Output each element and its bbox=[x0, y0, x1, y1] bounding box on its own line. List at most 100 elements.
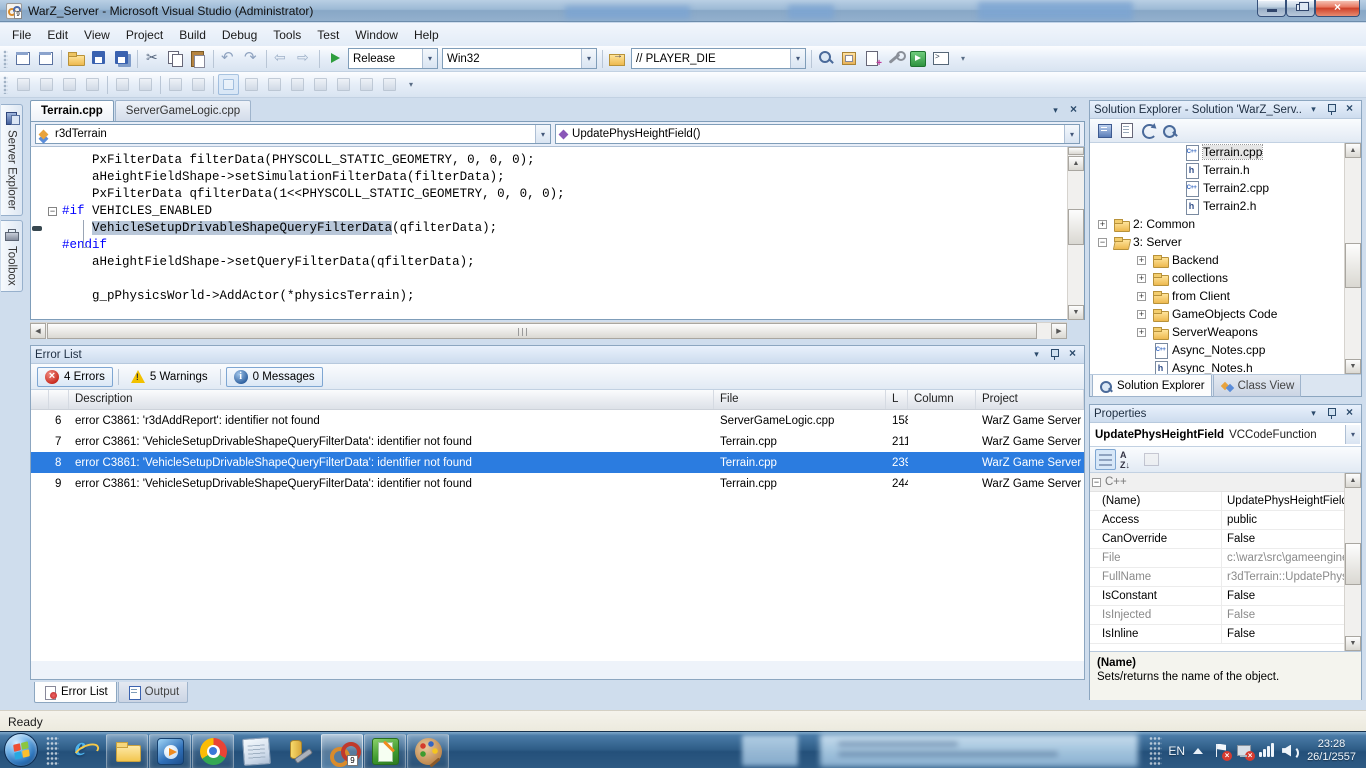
error-row[interactable]: 6 error C3861: 'r3dAddReport': identifier… bbox=[31, 410, 1084, 431]
minimize-button[interactable] bbox=[1257, 0, 1286, 17]
tree-item-from-client[interactable]: + from Client bbox=[1090, 287, 1361, 305]
redo-icon[interactable] bbox=[241, 48, 262, 69]
close-icon[interactable]: × bbox=[1342, 102, 1357, 117]
command-window-icon[interactable] bbox=[931, 48, 952, 69]
pin-icon[interactable] bbox=[1324, 102, 1339, 117]
chevron-down-icon[interactable]: ▾ bbox=[1064, 125, 1079, 143]
signal-strength-icon[interactable] bbox=[1259, 742, 1275, 759]
cut-icon[interactable] bbox=[142, 48, 163, 69]
horizontal-scroll-thumb[interactable] bbox=[47, 323, 1037, 339]
start-button[interactable] bbox=[4, 733, 38, 767]
find-symbol-icon[interactable] bbox=[816, 48, 837, 69]
paint-taskbar-button[interactable] bbox=[407, 733, 449, 768]
scroll-down-arrow[interactable]: ▼ bbox=[1345, 636, 1361, 651]
expander-collapsed-icon[interactable]: + bbox=[1137, 255, 1146, 265]
tab-servergamelogic-cpp[interactable]: ServerGameLogic.cpp bbox=[114, 100, 252, 121]
property-row-isinline[interactable]: IsInline False bbox=[1090, 625, 1361, 644]
menu-debug[interactable]: Debug bbox=[214, 25, 265, 45]
filter-warning-button[interactable]: 5 Warnings bbox=[124, 367, 215, 387]
column-header-project[interactable]: Project bbox=[976, 390, 1084, 409]
next-bookmark-doc-icon[interactable] bbox=[356, 74, 377, 95]
clear-bookmarks-icon[interactable] bbox=[379, 74, 400, 95]
editor-vertical-scrollbar[interactable]: ▲ ▼ bbox=[1067, 147, 1084, 320]
open-file-icon[interactable] bbox=[66, 48, 87, 69]
uncomment-lines-icon[interactable] bbox=[188, 74, 209, 95]
property-row-access[interactable]: Access public bbox=[1090, 511, 1361, 530]
scroll-up-arrow[interactable]: ▲ bbox=[1345, 473, 1361, 488]
network-status-icon[interactable]: × bbox=[1236, 743, 1256, 761]
alphabetical-icon[interactable] bbox=[1118, 449, 1139, 470]
property-row-isconstant[interactable]: IsConstant False bbox=[1090, 587, 1361, 606]
autohide-tab-toolbox[interactable]: Toolbox bbox=[1, 219, 23, 292]
volume-icon[interactable] bbox=[1282, 743, 1300, 760]
start-debug-icon[interactable] bbox=[324, 48, 345, 69]
menu-tools[interactable]: Tools bbox=[265, 25, 309, 45]
tree-item-backend[interactable]: + Backend bbox=[1090, 251, 1361, 269]
find-combo[interactable]: // PLAYER_DIE ▾ bbox=[631, 48, 806, 69]
expander-collapsed-icon[interactable]: + bbox=[1098, 219, 1107, 229]
restore-button[interactable] bbox=[1286, 0, 1315, 17]
tree-item-collections[interactable]: + collections bbox=[1090, 269, 1361, 287]
filter-info-button[interactable]: 0 Messages bbox=[225, 366, 323, 387]
menu-file[interactable]: File bbox=[4, 25, 39, 45]
save-all-icon[interactable] bbox=[112, 48, 133, 69]
go-icon[interactable] bbox=[908, 48, 929, 69]
menu-window[interactable]: Window bbox=[347, 25, 406, 45]
solution-explorer-titlebar[interactable]: Solution Explorer - Solution 'WarZ_Serv.… bbox=[1090, 101, 1361, 119]
scroll-right-arrow[interactable]: ▶ bbox=[1051, 323, 1067, 339]
pin-icon[interactable] bbox=[1324, 406, 1339, 421]
prev-bookmark-doc-icon[interactable] bbox=[333, 74, 354, 95]
tree-item-2-common[interactable]: +2: Common bbox=[1090, 215, 1361, 233]
category-collapse-icon[interactable]: − bbox=[1092, 477, 1101, 487]
object-browser-icon[interactable] bbox=[839, 48, 860, 69]
tree-item-async-notes-h[interactable]: Async_Notes.h bbox=[1090, 359, 1361, 374]
menu-view[interactable]: View bbox=[76, 25, 118, 45]
decrease-indent-icon[interactable] bbox=[112, 74, 133, 95]
close-document-icon[interactable]: × bbox=[1066, 103, 1081, 118]
next-bookmark-folder-icon[interactable] bbox=[310, 74, 331, 95]
column-header-l[interactable]: L bbox=[886, 390, 908, 409]
tab-error-list[interactable]: Error List bbox=[34, 682, 117, 703]
scroll-left-arrow[interactable]: ◀ bbox=[30, 323, 46, 339]
prev-bookmark-icon[interactable] bbox=[241, 74, 262, 95]
property-row-file[interactable]: File c:\warz\src\gameengine bbox=[1090, 549, 1361, 568]
copy-icon[interactable] bbox=[165, 48, 186, 69]
document-list-chevron-icon[interactable]: ▾ bbox=[1048, 103, 1063, 118]
window-position-chevron-icon[interactable]: ▾ bbox=[1306, 406, 1321, 421]
toolbar-overflow-button[interactable]: ▾ bbox=[957, 54, 969, 63]
next-bookmark-icon[interactable] bbox=[264, 74, 285, 95]
tree-item-terrain2-h[interactable]: Terrain2.h bbox=[1090, 197, 1361, 215]
find-in-files-icon[interactable] bbox=[607, 48, 628, 69]
scroll-down-arrow[interactable]: ▼ bbox=[1068, 305, 1084, 320]
tab-terrain-cpp[interactable]: Terrain.cpp bbox=[30, 100, 114, 121]
tree-item-terrain-cpp[interactable]: Terrain.cpp bbox=[1090, 143, 1361, 161]
property-row-name[interactable]: (Name) UpdatePhysHeightField bbox=[1090, 492, 1361, 511]
build-options-icon[interactable] bbox=[885, 48, 906, 69]
chevron-down-icon[interactable]: ▾ bbox=[1345, 425, 1360, 444]
show-hidden-icons-button[interactable] bbox=[1193, 747, 1204, 754]
new-item-icon[interactable] bbox=[862, 48, 883, 69]
scroll-down-arrow[interactable]: ▼ bbox=[1345, 359, 1361, 374]
tree-vertical-scrollbar[interactable]: ▲ ▼ bbox=[1344, 143, 1361, 374]
properties-object-combo[interactable]: UpdatePhysHeightField VCCodeFunction ▾ bbox=[1090, 423, 1361, 447]
dev-tool-taskbar-button[interactable] bbox=[278, 734, 320, 768]
members-combo[interactable]: UpdatePhysHeightField() ▾ bbox=[555, 124, 1080, 144]
expander-collapsed-icon[interactable]: + bbox=[1137, 273, 1146, 283]
language-indicator[interactable]: EN bbox=[1168, 744, 1185, 758]
expander-collapsed-icon[interactable]: + bbox=[1137, 327, 1146, 337]
chevron-down-icon[interactable]: ▾ bbox=[422, 49, 437, 68]
categorized-icon[interactable] bbox=[1095, 449, 1116, 470]
column-header-column[interactable]: Column bbox=[908, 390, 976, 409]
expander-collapsed-icon[interactable]: + bbox=[1137, 291, 1146, 301]
tree-item-async-notes-cpp[interactable]: Async_Notes.cpp bbox=[1090, 341, 1361, 359]
navigate-backward-icon[interactable] bbox=[271, 48, 292, 69]
tree-item-terrain-h[interactable]: Terrain.h bbox=[1090, 161, 1361, 179]
action-center-flag-icon[interactable]: × bbox=[1213, 743, 1233, 761]
scroll-up-arrow[interactable]: ▲ bbox=[1345, 143, 1361, 158]
column-header-description[interactable]: Description bbox=[69, 390, 714, 409]
navigate-forward-icon[interactable] bbox=[294, 48, 315, 69]
splitter-handle[interactable] bbox=[1068, 147, 1084, 155]
comment-lines-icon[interactable] bbox=[165, 74, 186, 95]
menu-test[interactable]: Test bbox=[309, 25, 347, 45]
scroll-up-arrow[interactable]: ▲ bbox=[1068, 156, 1084, 171]
